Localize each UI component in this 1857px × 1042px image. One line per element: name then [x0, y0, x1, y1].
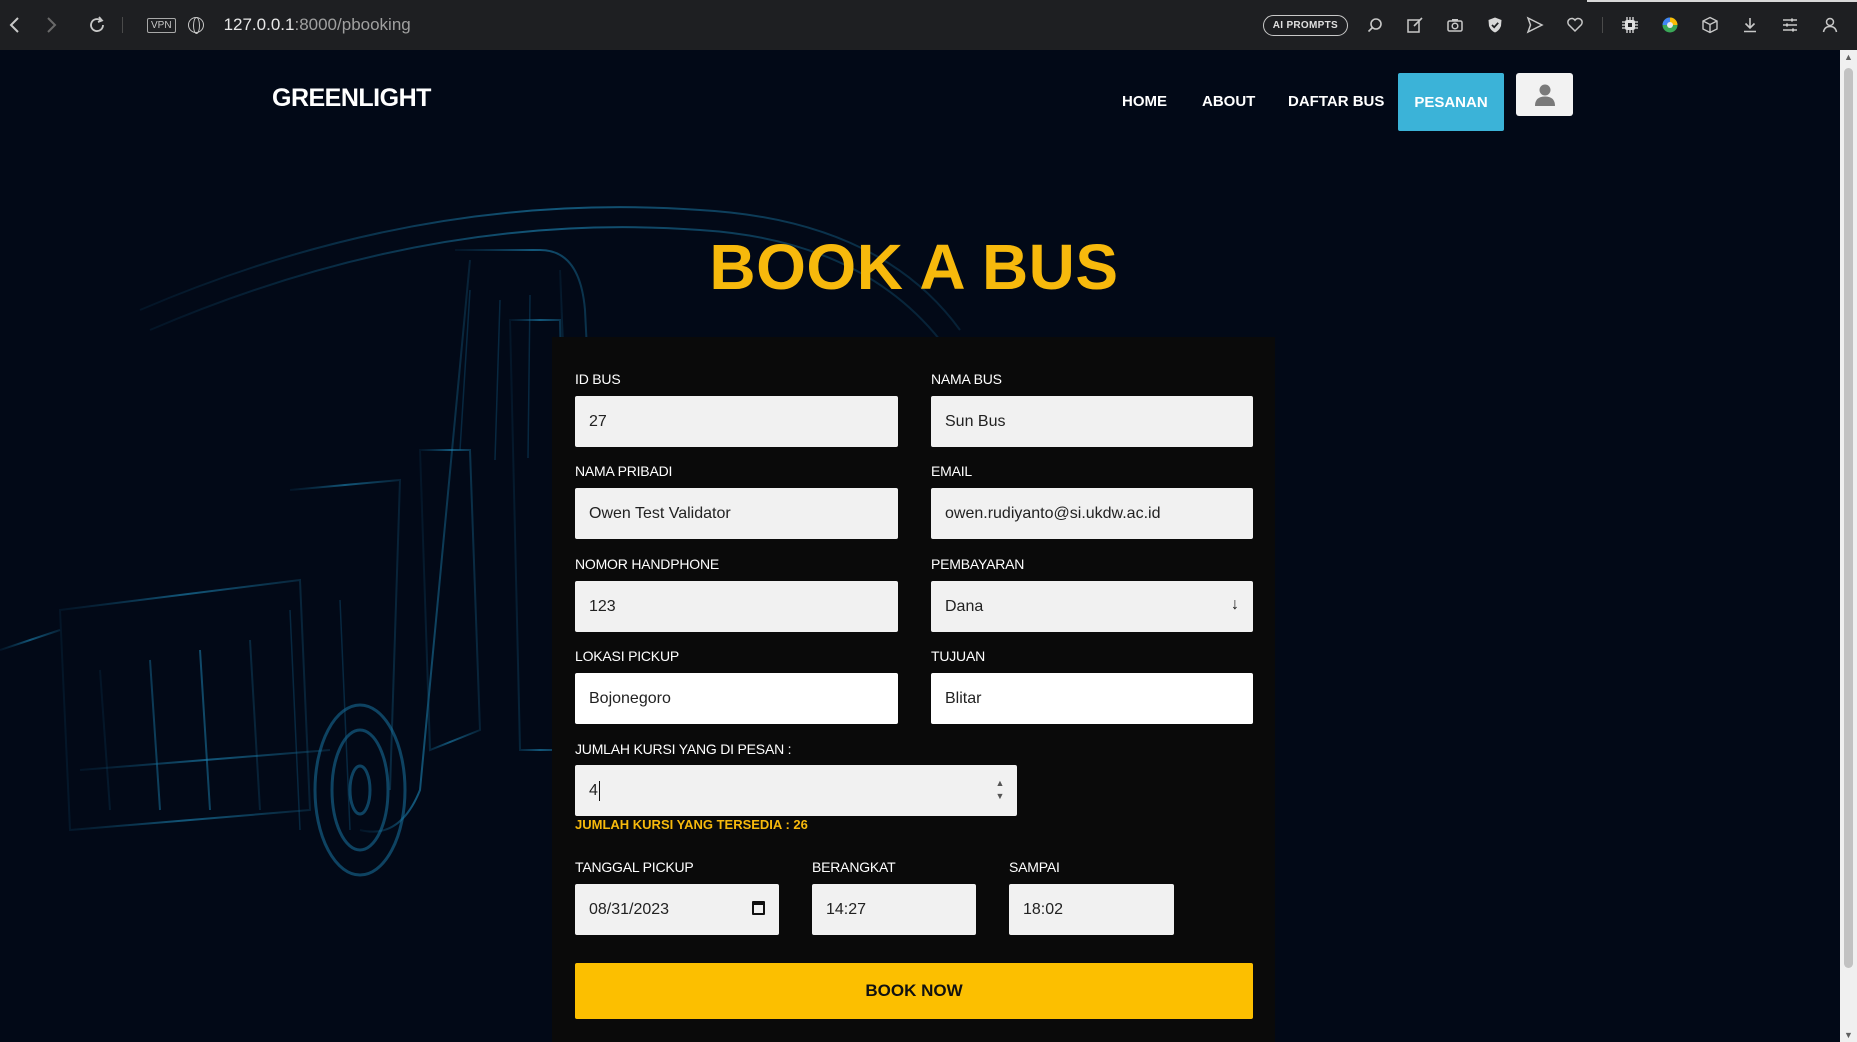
text-cursor	[598, 780, 600, 801]
email-label: EMAIL	[931, 463, 973, 479]
vpn-badge[interactable]: VPN	[147, 17, 176, 33]
berangkat-label: BERANGKAT	[812, 859, 896, 875]
settings-sliders-icon[interactable]	[1777, 12, 1803, 38]
nama-pribadi-field[interactable]: Owen Test Validator	[575, 488, 898, 539]
nav-pesanan[interactable]: PESANAN	[1398, 73, 1504, 131]
nomor-hp-value: 123	[589, 597, 616, 615]
jumlah-kursi-label: JUMLAH KURSI YANG DI PESAN :	[575, 741, 792, 757]
calendar-icon[interactable]	[752, 901, 765, 915]
ai-prompts-button[interactable]: AI PROMPTS	[1262, 14, 1348, 36]
sampai-label: SAMPAI	[1009, 859, 1060, 875]
scrollbar-thumb[interactable]	[1844, 68, 1853, 968]
nav-daftar-bus[interactable]: DAFTAR BUS	[1288, 72, 1384, 132]
cube-icon[interactable]	[1697, 12, 1723, 38]
user-menu-button[interactable]	[1516, 73, 1573, 116]
pembayaran-label: PEMBAYARAN	[931, 556, 1025, 572]
tanggal-pickup-value: 08/31/2023	[589, 900, 670, 918]
page-scrollbar[interactable]: ▲ ▼	[1840, 50, 1857, 1042]
sampai-value: 18:02	[1023, 900, 1064, 918]
lokasi-pickup-value: Bojonegoro	[589, 689, 671, 707]
url-path: :8000/pbooking	[294, 15, 411, 34]
page-load-indicator	[1587, 0, 1857, 2]
id-bus-label: ID BUS	[575, 371, 621, 387]
nama-bus-value: Sun Bus	[945, 412, 1006, 430]
download-icon[interactable]	[1737, 12, 1763, 38]
chip-icon[interactable]	[1617, 12, 1643, 38]
tanggal-pickup-date[interactable]: 08/31/2023	[575, 884, 779, 935]
booking-form: ID BUS 27 NAMA BUS Sun Bus NAMA PRIBADI …	[552, 337, 1275, 1042]
edit-icon[interactable]	[1402, 12, 1428, 38]
book-now-button[interactable]: BOOK NOW	[575, 963, 1253, 1019]
shield-icon[interactable]	[1482, 12, 1508, 38]
nomor-hp-label: NOMOR HANDPHONE	[575, 556, 720, 572]
lokasi-pickup-label: LOKASI PICKUP	[575, 648, 679, 664]
browser-toolbar: VPN 127.0.0.1:8000/pbooking AI PROMPTS	[0, 0, 1857, 50]
toolbar-divider	[1602, 17, 1603, 33]
scroll-up-icon[interactable]: ▲	[1840, 52, 1857, 62]
berangkat-value: 14:27	[826, 900, 867, 918]
profile-icon[interactable]	[1817, 12, 1843, 38]
number-stepper-icon[interactable]: ▲ ▼	[995, 779, 1005, 801]
tujuan-field[interactable]: Blitar	[931, 673, 1253, 724]
lokasi-pickup-field[interactable]: Bojonegoro	[575, 673, 898, 724]
user-icon	[1534, 84, 1555, 106]
search-icon[interactable]	[1362, 12, 1388, 38]
id-bus-field[interactable]: 27	[575, 396, 898, 447]
jumlah-kursi-input[interactable]: 4 ▲ ▼	[575, 765, 1017, 816]
nama-bus-label: NAMA BUS	[931, 371, 1002, 387]
id-bus-value: 27	[589, 412, 607, 430]
nama-bus-field[interactable]: Sun Bus	[931, 396, 1253, 447]
brand-logo[interactable]: GREENLIGHT	[272, 84, 431, 113]
page-title: BOOK A BUS	[709, 231, 1119, 303]
tanggal-pickup-label: TANGGAL PICKUP	[575, 859, 694, 875]
back-icon[interactable]	[0, 10, 30, 40]
nama-pribadi-value: Owen Test Validator	[589, 504, 731, 522]
email-field[interactable]: owen.rudiyanto@si.ukdw.ac.id	[931, 488, 1253, 539]
tujuan-value: Blitar	[945, 689, 982, 707]
browser-extensions: AI PROMPTS	[1262, 0, 1843, 50]
pembayaran-value: Dana	[945, 597, 984, 615]
reload-icon[interactable]	[82, 10, 112, 40]
send-icon[interactable]	[1522, 12, 1548, 38]
nomor-hp-field[interactable]: 123	[575, 581, 898, 632]
url-host: 127.0.0.1	[223, 15, 295, 34]
sampai-time[interactable]: 18:02	[1009, 884, 1174, 935]
email-value: owen.rudiyanto@si.ukdw.ac.id	[945, 504, 1161, 522]
address-bar[interactable]: 127.0.0.1:8000/pbooking	[224, 15, 411, 35]
forward-icon[interactable]	[36, 10, 66, 40]
camera-icon[interactable]	[1442, 12, 1468, 38]
arrow-down-icon: ↓	[1231, 596, 1239, 613]
nav-home[interactable]: HOME	[1122, 72, 1167, 132]
page-viewport: GREENLIGHT HOME ABOUT DAFTAR BUS PESANAN…	[0, 50, 1840, 1042]
jumlah-kursi-value: 4	[589, 781, 598, 799]
pembayaran-select[interactable]: Dana ↓	[931, 581, 1253, 632]
toolbar-divider	[122, 17, 123, 33]
heart-icon[interactable]	[1562, 12, 1588, 38]
berangkat-time[interactable]: 14:27	[812, 884, 976, 935]
globe-icon[interactable]	[187, 17, 204, 34]
nav-about[interactable]: ABOUT	[1202, 72, 1255, 132]
available-seats-text: JUMLAH KURSI YANG TERSEDIA : 26	[575, 817, 808, 832]
scroll-down-icon[interactable]: ▼	[1840, 1030, 1857, 1040]
nama-pribadi-label: NAMA PRIBADI	[575, 463, 673, 479]
extension-colorful-icon[interactable]	[1657, 12, 1683, 38]
tujuan-label: TUJUAN	[931, 648, 986, 664]
